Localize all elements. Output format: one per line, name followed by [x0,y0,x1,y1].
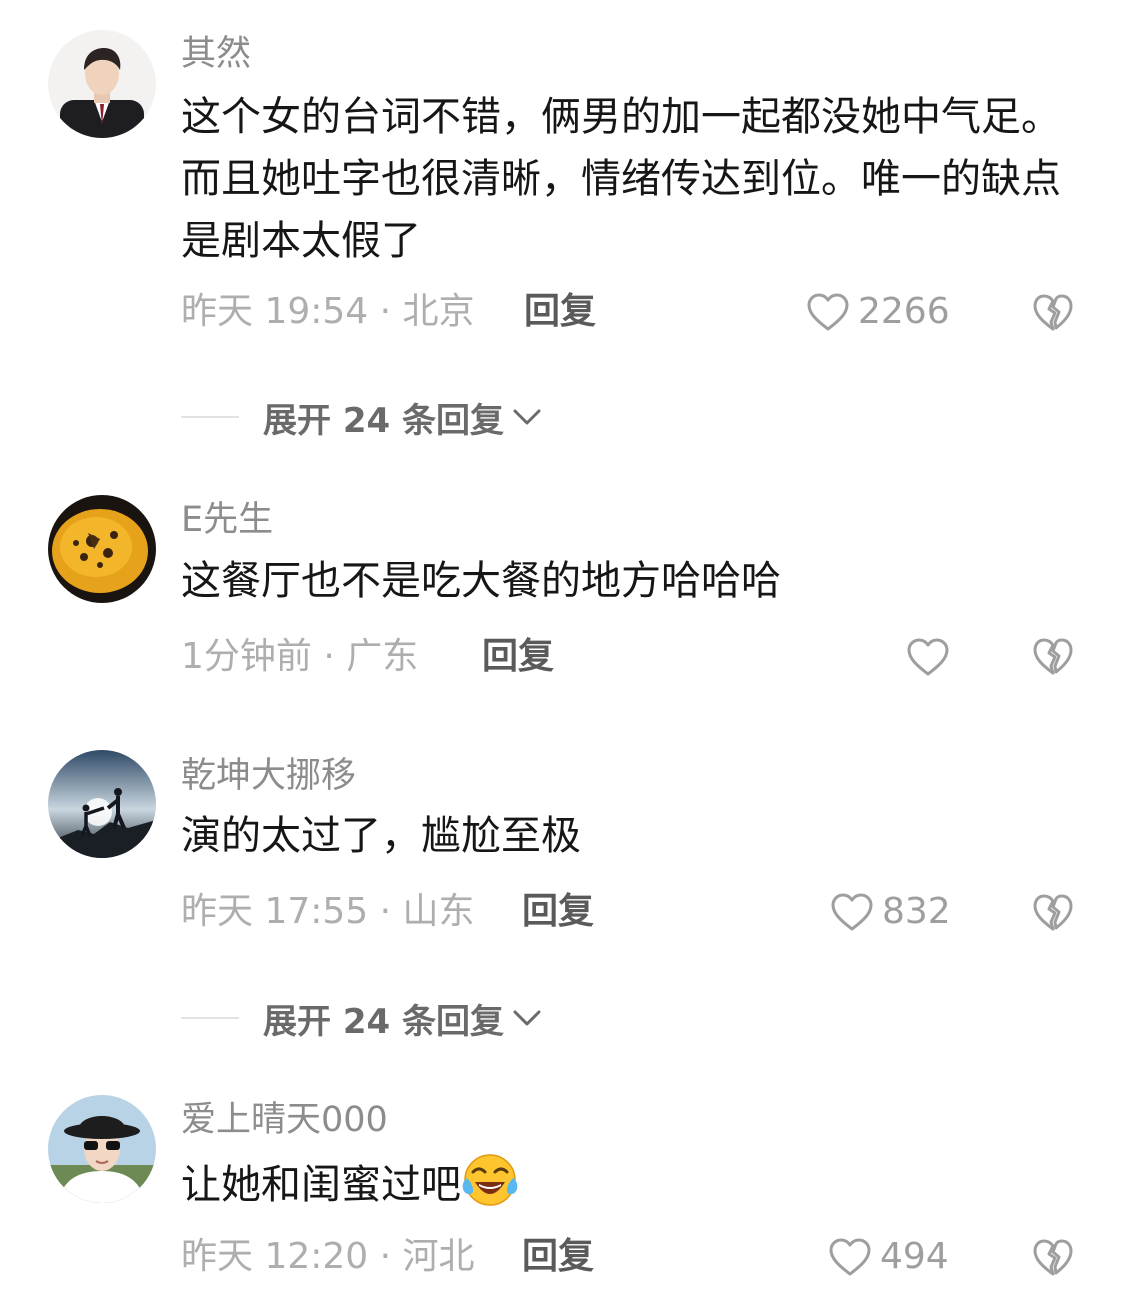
expand-replies-label: 展开 24 条回复 [263,400,504,441]
man-in-suit-avatar [48,30,156,138]
reply-button[interactable]: 回复 [482,637,554,677]
avatar[interactable] [48,1095,156,1203]
like-button[interactable]: 2266 [806,292,950,332]
divider [181,1017,239,1019]
avatar[interactable] [48,495,156,603]
golden-stone-avatar [48,495,156,603]
username[interactable]: E先生 [181,500,273,540]
like-count: 2266 [858,291,950,332]
like-count: 494 [880,1236,949,1277]
chevron-down-icon [510,405,544,429]
comment-text: 这餐厅也不是吃大餐的地方哈哈哈 [181,558,781,604]
comment-text: 演的太过了，尴尬至极 [181,813,581,859]
comment-text: 这个女的台词不错，俩男的加一起都没她中气足。而且她吐字也很清晰，情绪传达到位。唯… [181,94,1061,264]
time-location: 昨天 19:54 · 北京 [181,291,475,332]
broken-heart-icon[interactable] [1032,636,1074,678]
like-button[interactable] [906,637,958,677]
avatar[interactable] [48,30,156,138]
like-count: 832 [882,891,951,932]
heart-icon [806,292,850,332]
comment-text: 让她和闺蜜过吧 [181,1150,1061,1216]
chevron-down-icon [510,1006,544,1030]
expand-replies-button[interactable]: 展开 24 条回复 [181,998,544,1042]
woman-with-hat-avatar [48,1095,156,1203]
heart-icon [830,892,874,932]
reply-button[interactable]: 回复 [522,892,594,932]
expand-replies-button[interactable]: 展开 24 条回复 [181,397,544,441]
like-button[interactable]: 494 [828,1237,949,1277]
username[interactable]: 其然 [181,34,251,74]
like-button[interactable]: 832 [830,892,951,932]
broken-heart-icon[interactable] [1032,892,1074,934]
time-location: 昨天 12:20 · 河北 [181,1236,475,1277]
reply-button[interactable]: 回复 [522,1237,594,1277]
comment-text-body: 让她和闺蜜过吧 [181,1162,461,1208]
expand-replies-label: 展开 24 条回复 [263,1001,504,1042]
reply-button[interactable]: 回复 [524,292,596,332]
time-location: 1分钟前 · 广东 [181,636,419,677]
username[interactable]: 乾坤大挪移 [181,756,356,796]
heart-icon [906,637,950,677]
avatar[interactable] [48,750,156,858]
time-location: 昨天 17:55 · 山东 [181,891,475,932]
broken-heart-icon[interactable] [1032,292,1074,334]
laughing-crying-emoji-icon [462,1154,518,1206]
broken-heart-icon[interactable] [1032,1237,1074,1279]
climbers-silhouette-avatar [48,750,156,858]
username[interactable]: 爱上晴天000 [181,1100,388,1140]
divider [181,416,239,418]
heart-icon [828,1237,872,1277]
